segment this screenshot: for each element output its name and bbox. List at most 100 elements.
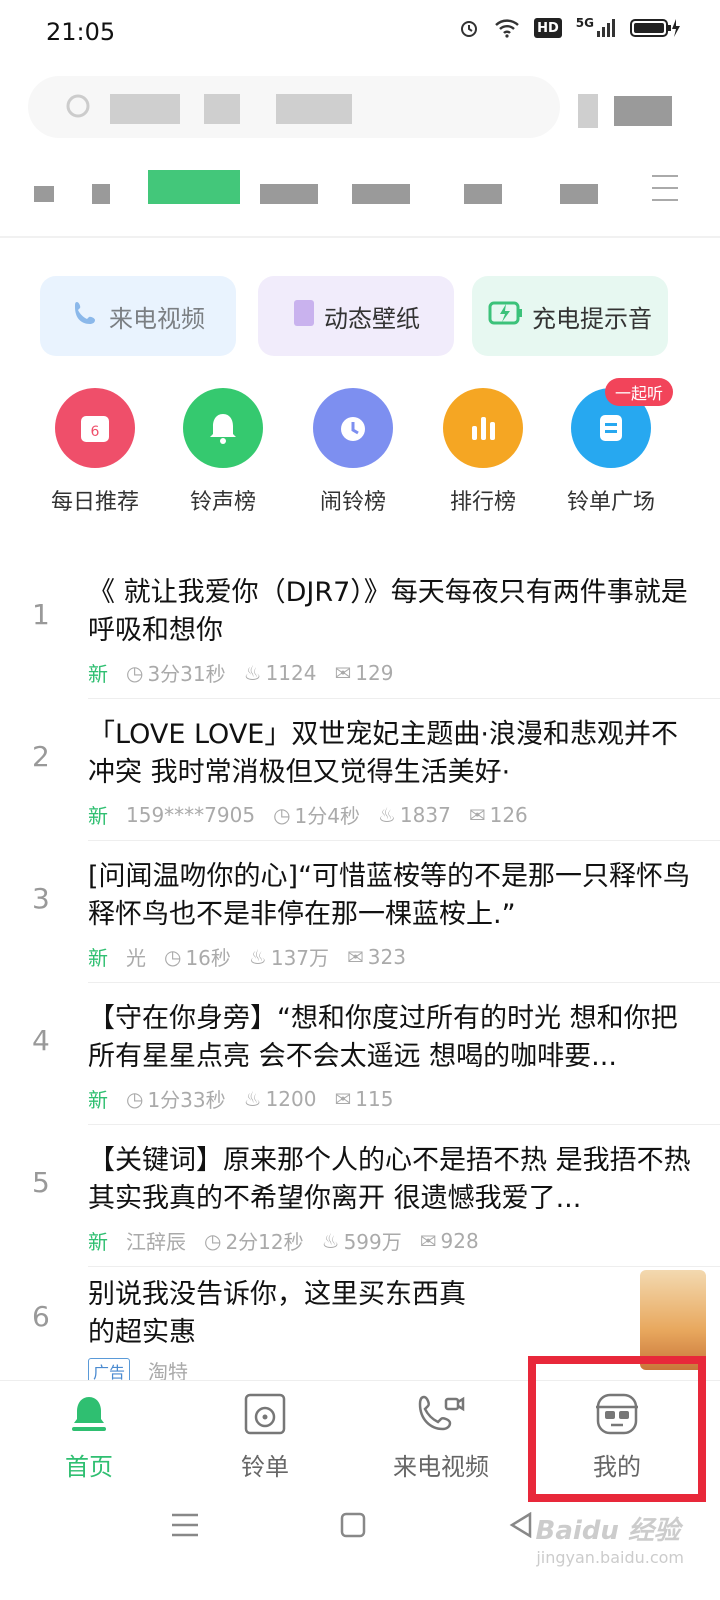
new-tag: 新 <box>88 804 108 828</box>
category-daily-recommend[interactable]: 6 每日推荐 <box>40 388 150 528</box>
divider <box>88 1266 720 1267</box>
item-meta: 新 159****7905 ◷ 1分4秒 ♨ 1837 ✉ 126 <box>88 800 528 829</box>
item-meta: 新 光 ◷ 16秒 ♨ 137万 ✉ 323 <box>88 942 406 971</box>
item-likes: 137万 <box>270 946 330 970</box>
speaker-icon <box>242 1393 288 1441</box>
flame-icon: ♨ <box>243 1086 262 1111</box>
card-label: 充电提示音 <box>532 304 652 333</box>
item-likes: 1124 <box>265 660 317 685</box>
back-icon[interactable] <box>508 1511 534 1542</box>
item-title: 【关键词】原来那个人的心不是捂不热 是我捂不热 其实我真的不希望你离开 很遗憾我… <box>88 1145 691 1214</box>
category-ringtone-chart[interactable]: 铃声榜 <box>168 388 278 528</box>
search-bar[interactable] <box>28 76 560 138</box>
phone-video-icon <box>71 298 101 334</box>
watermark-logo: Baidu 经验 <box>535 1516 680 1546</box>
list-item[interactable]: 3 [问闻温吻你的心]“可惜蓝桉等的不是那一只释怀鸟 释怀鸟也不是非停在那一棵蓝… <box>0 858 720 982</box>
comment-icon: ✉ <box>419 1228 437 1253</box>
divider <box>88 982 720 983</box>
bell-icon <box>183 388 263 468</box>
nav-incoming-video[interactable]: 来电视频 <box>366 1391 516 1482</box>
card-incoming-video[interactable]: 来电视频 <box>40 276 236 356</box>
home-icon[interactable] <box>340 1512 366 1542</box>
comment-icon: ✉ <box>468 802 486 827</box>
divider <box>88 698 720 699</box>
wallpaper-icon <box>292 298 316 334</box>
item-title: 【守在你身旁】“想和你度过所有的时光 想和你把所有星星点亮 会不会太遥远 想喝的… <box>88 1003 678 1072</box>
battery-icon <box>630 16 680 40</box>
redacted-text <box>614 96 672 126</box>
menu-icon[interactable] <box>170 1512 200 1542</box>
ad-title: 别说我没告诉你，这里买东西真的超实惠 <box>88 1279 466 1348</box>
category-label: 铃单广场 <box>566 490 655 515</box>
battery-charge-icon <box>488 298 524 334</box>
category-label: 排行榜 <box>449 490 516 515</box>
app-screen: 21:05 HD 5G 来电视频 动态壁纸 充电提示音 6 每日推荐 铃声榜 闹… <box>0 0 720 1600</box>
flame-icon: ♨ <box>377 802 396 827</box>
item-author: 159****7905 <box>126 802 256 827</box>
item-author: 光 <box>126 946 146 970</box>
comment-icon: ✉ <box>347 944 364 969</box>
item-rank: 5 <box>32 1166 50 1199</box>
item-duration: 16秒 <box>185 946 231 970</box>
list-item[interactable]: 2 「LOVE LOVE」双世宠妃主题曲·浪漫和悲观并不冲突 我时常消极但又觉得… <box>0 716 720 840</box>
calendar-icon: 6 <box>55 388 135 468</box>
comment-icon: ✉ <box>334 660 352 685</box>
divider <box>0 236 720 238</box>
watermark-url: jingyan.baidu.com <box>536 1548 684 1567</box>
listen-together-badge: 一起听 <box>604 378 673 406</box>
list-item[interactable]: 5 【关键词】原来那个人的心不是捂不热 是我捂不热 其实我真的不希望你离开 很遗… <box>0 1142 720 1266</box>
card-charging-sound[interactable]: 充电提示音 <box>472 276 668 356</box>
item-title: 「LOVE LOVE」双世宠妃主题曲·浪漫和悲观并不冲突 我时常消极但又觉得生活… <box>88 719 678 788</box>
item-rank: 1 <box>32 598 50 631</box>
item-comments: 129 <box>355 660 394 685</box>
nav-label: 铃单 <box>241 1453 289 1481</box>
item-rank: 4 <box>32 1024 50 1057</box>
item-title: [问闻温吻你的心]“可惜蓝桉等的不是那一只释怀鸟 释怀鸟也不是非停在那一棵蓝桉上… <box>88 861 691 930</box>
item-duration: 3分31秒 <box>147 662 226 686</box>
item-rank: 3 <box>32 882 50 915</box>
nav-playlist[interactable]: 铃单 <box>190 1391 340 1482</box>
status-time: 21:05 <box>46 18 116 46</box>
playlist-icon: 一起听 <box>571 378 673 468</box>
status-bar: 21:05 HD 5G <box>0 0 720 64</box>
clock-icon: ◷ <box>126 660 144 685</box>
item-comments: 323 <box>367 944 406 969</box>
category-label: 铃声榜 <box>189 490 256 515</box>
clock-icon: ◷ <box>164 944 182 969</box>
redacted-text <box>110 94 180 124</box>
category-alarm-chart[interactable]: 闹铃榜 <box>298 388 408 528</box>
list-item[interactable]: 1 《 就让我爱你（DJR7）》每天每夜只有两件事就是呼吸和想你 新 ◷ 3分31… <box>0 574 720 698</box>
redacted-text <box>578 94 598 128</box>
flame-icon: ♨ <box>243 660 262 685</box>
list-item[interactable]: 4 【守在你身旁】“想和你度过所有的时光 想和你把所有星星点亮 会不会太遥远 想… <box>0 1000 720 1124</box>
comment-icon: ✉ <box>334 1086 352 1111</box>
item-likes: 599万 <box>343 1230 402 1254</box>
category-ranking[interactable]: 排行榜 <box>428 388 538 528</box>
category-playlist-square[interactable]: 一起听 铃单广场 <box>556 378 673 528</box>
highlight-box <box>528 1356 706 1502</box>
card-live-wallpaper[interactable]: 动态壁纸 <box>258 276 454 356</box>
svg-text:6: 6 <box>91 424 100 440</box>
category-label: 闹铃榜 <box>319 490 386 515</box>
wifi-icon <box>494 16 520 40</box>
item-rank: 2 <box>32 740 50 773</box>
ad-image <box>640 1270 706 1370</box>
new-tag: 新 <box>88 1088 108 1112</box>
item-author: 江辞辰 <box>126 1230 186 1254</box>
card-label: 来电视频 <box>109 304 205 333</box>
item-duration: 1分33秒 <box>147 1088 226 1112</box>
alarm-clock-icon <box>313 388 393 468</box>
hd-icon: HD <box>534 18 562 38</box>
network-type: 5G <box>575 16 594 30</box>
item-rank: 6 <box>32 1300 50 1333</box>
item-meta: 新 ◷ 1分33秒 ♨ 1200 ✉ 115 <box>88 1084 393 1113</box>
bell-icon <box>66 1397 112 1441</box>
card-label: 动态壁纸 <box>324 304 420 333</box>
clock-icon: ◷ <box>204 1228 222 1253</box>
item-likes: 1837 <box>399 802 451 827</box>
menu-icon[interactable] <box>650 170 680 210</box>
clock-icon: ◷ <box>273 802 291 827</box>
signal-icon: 5G <box>576 16 616 40</box>
nav-home[interactable]: 首页 <box>14 1391 164 1482</box>
search-icon <box>64 92 94 126</box>
